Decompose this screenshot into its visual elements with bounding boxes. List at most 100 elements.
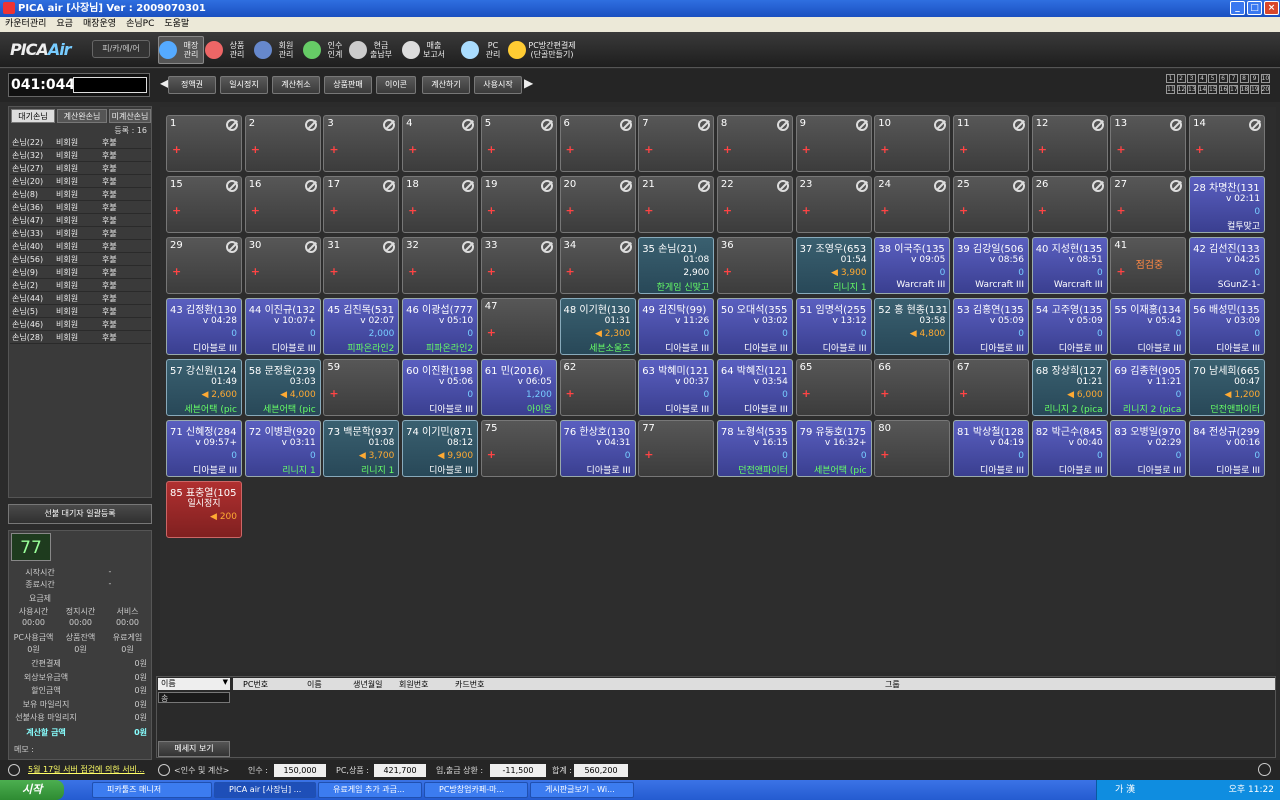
seat-tile[interactable]: 48 이기현(130 01:31 ◀ 2,300 세븐소울즈 bbox=[559, 298, 636, 355]
seat-tile[interactable]: 33 + bbox=[480, 237, 557, 294]
menu-store[interactable]: 매장운영 bbox=[78, 19, 121, 29]
list-item[interactable]: 손님(27) 비회원 후불 bbox=[10, 163, 151, 175]
seat-tile[interactable]: 40 지성현(135 v 08:51 0 Warcraft III bbox=[1031, 237, 1108, 294]
menu-help[interactable]: 도움말 bbox=[159, 19, 194, 29]
seat-tile[interactable]: 17 + bbox=[323, 176, 400, 233]
toolbar-pc-button[interactable]: PC 관리 bbox=[461, 36, 507, 64]
page-12[interactable]: 12 bbox=[1176, 85, 1186, 94]
start-button[interactable]: 시작 bbox=[0, 780, 64, 800]
seat-tile[interactable]: 14 + bbox=[1189, 115, 1266, 172]
seat-tile[interactable]: 83 오병일(970 v 02:29 0 디아블로 III bbox=[1110, 420, 1187, 477]
seat-tile[interactable]: 22 + bbox=[716, 176, 793, 233]
page-9[interactable]: 9 bbox=[1250, 74, 1259, 83]
page-20[interactable]: 20 bbox=[1260, 85, 1270, 94]
control-button-2[interactable]: 계산취소 bbox=[272, 76, 320, 94]
seat-tile[interactable]: 2 + bbox=[244, 115, 321, 172]
seat-tile[interactable]: 25 + bbox=[953, 176, 1029, 233]
seat-tile[interactable]: 63 박혜미(121 v 00:37 0 디아블로 III bbox=[638, 359, 715, 416]
page-10[interactable]: 10 bbox=[1260, 74, 1270, 83]
ime-indicator[interactable]: 가 漢 bbox=[1115, 785, 1135, 795]
control-button-5[interactable]: 계산하기 bbox=[422, 76, 470, 94]
seat-tile[interactable]: 23 + bbox=[795, 176, 872, 233]
seat-tile[interactable]: 41 + 점검중 bbox=[1110, 237, 1187, 294]
tab-waiting[interactable]: 대기손님 bbox=[11, 109, 55, 123]
seat-tile[interactable]: 58 문정윤(239 03:03 ◀ 4,000 세븐어택 (pic bbox=[244, 359, 321, 416]
toolbar-cart-button[interactable]: 상품 관리 bbox=[205, 36, 251, 64]
seat-tile[interactable]: 55 이재홍(134 v 05:43 0 디아블로 III bbox=[1110, 298, 1187, 355]
seat-tile[interactable]: 3 + bbox=[323, 115, 400, 172]
seat-tile[interactable]: 45 김진목(531 v 02:07 2,000 피파온라인2 bbox=[323, 298, 400, 355]
seat-tile[interactable]: 1 + bbox=[166, 115, 242, 172]
seat-tile[interactable]: 77 + bbox=[638, 420, 715, 477]
list-item[interactable]: 손님(32) 비회원 후불 bbox=[10, 150, 151, 162]
minimize-button[interactable]: _ bbox=[1230, 1, 1245, 15]
seat-tile[interactable]: 35 손님(21) 01:08 2,900 한게임 신맞고 bbox=[638, 237, 715, 294]
tab-paid[interactable]: 계산완손님 bbox=[57, 109, 107, 123]
close-button[interactable]: × bbox=[1264, 1, 1279, 15]
page-15[interactable]: 15 bbox=[1208, 85, 1217, 94]
list-item[interactable]: 손님(56) 비회원 후불 bbox=[10, 254, 151, 266]
seat-tile[interactable]: 24 + bbox=[874, 176, 951, 233]
message-view-button[interactable]: 메세지 보기 bbox=[158, 741, 230, 757]
menu-fee[interactable]: 요금 bbox=[51, 19, 78, 29]
seat-tile[interactable]: 74 이기민(871 08:12 ◀ 9,900 디아블로 III bbox=[402, 420, 479, 477]
seat-tile[interactable]: 71 신혜정(284 v 09:57+ 0 디아블로 III bbox=[166, 420, 242, 477]
seat-tile[interactable]: 53 김홍연(135 v 05:09 0 디아블로 III bbox=[953, 298, 1029, 355]
seat-tile[interactable]: 50 오대석(355 v 03:02 0 디아블로 III bbox=[716, 298, 793, 355]
seat-tile[interactable]: 80 + bbox=[874, 420, 951, 477]
seat-tile[interactable]: 67 + bbox=[953, 359, 1029, 416]
seat-tile[interactable]: 39 김강일(506 v 08:56 0 Warcraft III bbox=[953, 237, 1029, 294]
seat-tile[interactable]: 62 + bbox=[559, 359, 636, 416]
seat-tile[interactable]: 69 김종현(905 v 11:21 0 리니지 2 (pica bbox=[1110, 359, 1187, 416]
page-17[interactable]: 17 bbox=[1229, 85, 1238, 94]
seat-tile[interactable]: 79 유동호(175 v 16:32+ 0 세븐어택 (pic bbox=[795, 420, 872, 477]
menu-counter[interactable]: 카운터관리 bbox=[0, 19, 51, 29]
tab-unpaid[interactable]: 미계산손님 bbox=[109, 109, 151, 123]
seat-tile[interactable]: 59 + bbox=[323, 359, 400, 416]
scroll-right-icon[interactable]: ▶ bbox=[524, 76, 533, 90]
taskbar-task[interactable]: 피카툴즈 매니저 bbox=[92, 782, 212, 798]
control-button-6[interactable]: 사용시작 bbox=[474, 76, 522, 94]
page-14[interactable]: 14 bbox=[1197, 85, 1207, 94]
notice-link[interactable]: 5월 17일 서버 점검에 의한 서비... bbox=[28, 764, 145, 775]
page-2[interactable]: 2 bbox=[1176, 74, 1186, 83]
seat-tile[interactable]: 13 + bbox=[1110, 115, 1187, 172]
seat-tile[interactable]: 61 민(2016) v 06:05 1,200 아이온 bbox=[480, 359, 557, 416]
menu-guestpc[interactable]: 손님PC bbox=[121, 19, 159, 29]
seat-tile[interactable]: 12 + bbox=[1031, 115, 1108, 172]
seat-tile[interactable]: 42 김선진(133 v 04:25 0 SGunZ-1- bbox=[1189, 237, 1266, 294]
list-item[interactable]: 손님(36) 비회원 후불 bbox=[10, 202, 151, 214]
toolbar-monitor-button[interactable]: 매장 관리 bbox=[158, 36, 204, 64]
seat-tile[interactable]: 75 + bbox=[480, 420, 557, 477]
control-button-4[interactable]: 이이콘 bbox=[376, 76, 416, 94]
seat-tile[interactable]: 36 + bbox=[716, 237, 793, 294]
page-6[interactable]: 6 bbox=[1218, 74, 1228, 83]
search-icon[interactable] bbox=[1258, 763, 1271, 776]
seat-tile[interactable]: 81 박상철(128 v 04:19 0 디아블로 III bbox=[953, 420, 1029, 477]
toolbar-crown-button[interactable]: PC방간편결제 (단골만들기) bbox=[508, 36, 578, 64]
seat-tile[interactable]: 19 + bbox=[480, 176, 557, 233]
seat-tile[interactable]: 56 배성민(135 v 03:09 0 디아블로 III bbox=[1189, 298, 1266, 355]
list-item[interactable]: 손님(8) 비회원 후불 bbox=[10, 189, 151, 201]
taskbar-task[interactable]: 유료게임 추가 과금... bbox=[318, 782, 422, 798]
seat-tile[interactable]: 26 + bbox=[1031, 176, 1108, 233]
seat-tile[interactable]: 60 이진환(198 v 05:06 0 디아블로 III bbox=[402, 359, 479, 416]
seat-tile[interactable]: 51 임명석(255 v 13:12 0 디아블로 III bbox=[795, 298, 872, 355]
seat-tile[interactable]: 73 백문학(937 01:08 ◀ 3,700 리니지 1 bbox=[323, 420, 400, 477]
seat-tile[interactable]: 15 + bbox=[166, 176, 242, 233]
page-5[interactable]: 5 bbox=[1208, 74, 1217, 83]
seat-tile[interactable]: 18 + bbox=[402, 176, 479, 233]
seat-tile[interactable]: 85 표충열(105 일시정지 ◀ 200 bbox=[166, 481, 242, 538]
list-item[interactable]: 손님(20) 비회원 후불 bbox=[10, 176, 151, 188]
seat-tile[interactable]: 82 박근수(845 v 00:40 0 디아블로 III bbox=[1031, 420, 1108, 477]
seat-tile[interactable]: 44 이진규(132 v 10:07+ 0 디아블로 III bbox=[244, 298, 321, 355]
list-item[interactable]: 손님(44) 비회원 후불 bbox=[10, 293, 151, 305]
seat-tile[interactable]: 11 + bbox=[953, 115, 1029, 172]
page-1[interactable]: 1 bbox=[1166, 74, 1175, 83]
page-7[interactable]: 7 bbox=[1229, 74, 1238, 83]
register-waiting-button[interactable]: 선불 대기자 일괄등록 bbox=[8, 504, 152, 524]
seat-tile[interactable]: 30 + bbox=[244, 237, 321, 294]
page-18[interactable]: 18 bbox=[1239, 85, 1249, 94]
list-item[interactable]: 손님(9) 비회원 후불 bbox=[10, 267, 151, 279]
page-4[interactable]: 4 bbox=[1197, 74, 1207, 83]
